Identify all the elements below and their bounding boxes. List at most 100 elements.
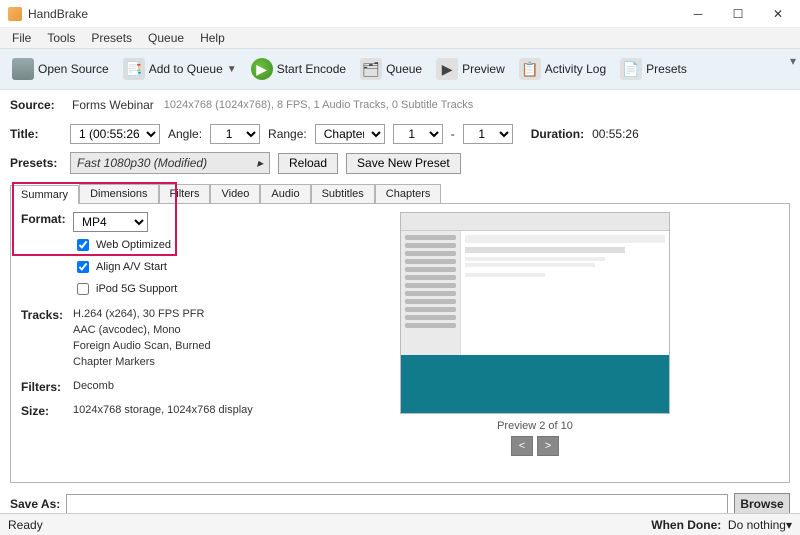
add-to-queue-button[interactable]: 📑 Add to Queue ▼ <box>117 56 243 82</box>
tab-video[interactable]: Video <box>210 184 260 203</box>
browse-button[interactable]: Browse <box>734 493 790 515</box>
preview-icon: ▶ <box>436 58 458 80</box>
presets-label: Presets <box>646 62 687 76</box>
range-label: Range: <box>268 127 307 141</box>
save-as-label: Save As: <box>10 497 60 511</box>
activity-log-button[interactable]: 📋 Activity Log <box>513 56 612 82</box>
angle-label: Angle: <box>168 127 202 141</box>
reload-preset-button[interactable]: Reload <box>278 153 338 174</box>
duration-value: 00:55:26 <box>592 127 639 141</box>
source-line: Source: Forms Webinar 1024x768 (1024x768… <box>0 90 800 120</box>
title-label: Title: <box>10 127 62 141</box>
presets-button[interactable]: 📄 Presets <box>614 56 693 82</box>
source-label: Source: <box>10 98 62 112</box>
menubar: File Tools Presets Queue Help <box>0 28 800 48</box>
status-ready: Ready <box>8 518 43 532</box>
chevron-down-icon: ▼ <box>227 64 237 75</box>
menu-queue[interactable]: Queue <box>140 29 192 47</box>
summary-panel: Format: MP4 Web Optimized Align A/V Star… <box>10 203 790 483</box>
save-as-input[interactable] <box>66 494 728 514</box>
window-titlebar: HandBrake ─ ☐ ✕ <box>0 0 800 28</box>
tab-chapters[interactable]: Chapters <box>375 184 442 203</box>
preview-button[interactable]: ▶ Preview <box>430 56 511 82</box>
chevron-right-icon: ▸ <box>257 156 263 170</box>
track-line: AAC (avcodec), Mono <box>73 324 271 336</box>
presets-row: Presets: Fast 1080p30 (Modified) ▸ Reloa… <box>0 148 800 178</box>
toolbar: Open Source 📑 Add to Queue ▼ ▶ Start Enc… <box>0 48 800 90</box>
queue-label: Queue <box>386 62 422 76</box>
ipod-5g-checkbox[interactable] <box>77 283 89 295</box>
preview-prev-button[interactable]: < <box>511 436 533 456</box>
title-select[interactable]: 1 (00:55:26) <box>70 124 160 144</box>
preview-browser-chrome <box>401 213 669 231</box>
format-select[interactable]: MP4 <box>73 212 148 232</box>
range-mode-select[interactable]: Chapters <box>315 124 385 144</box>
source-details: 1024x768 (1024x768), 8 FPS, 1 Audio Trac… <box>164 99 473 111</box>
tracks-label: Tracks: <box>21 308 73 372</box>
tab-dimensions[interactable]: Dimensions <box>79 184 158 203</box>
start-encode-button[interactable]: ▶ Start Encode <box>245 56 352 82</box>
app-icon <box>8 7 22 21</box>
window-close[interactable]: ✕ <box>758 3 798 25</box>
duration-label: Duration: <box>531 127 584 141</box>
tab-summary[interactable]: Summary <box>10 185 79 204</box>
ipod-5g-label: iPod 5G Support <box>96 283 177 295</box>
source-name: Forms Webinar <box>72 98 154 112</box>
menu-help[interactable]: Help <box>192 29 233 47</box>
size-value: 1024x768 storage, 1024x768 display <box>73 404 271 416</box>
queue-button[interactable]: 🗂 Queue <box>354 56 428 82</box>
preview-content <box>461 231 669 355</box>
play-icon: ▶ <box>251 58 273 80</box>
track-line: H.264 (x264), 30 FPS PFR <box>73 308 271 320</box>
add-to-queue-label: Add to Queue <box>149 62 223 76</box>
presets-icon: 📄 <box>620 58 642 80</box>
filters-label: Filters: <box>21 380 73 396</box>
tabs: Summary Dimensions Filters Video Audio S… <box>10 184 790 203</box>
start-encode-label: Start Encode <box>277 62 346 76</box>
preview-thumbnail <box>400 212 670 414</box>
tab-subtitles[interactable]: Subtitles <box>311 184 375 203</box>
ipod-5g-row[interactable]: iPod 5G Support <box>73 280 271 298</box>
log-icon: 📋 <box>519 58 541 80</box>
window-title: HandBrake <box>28 7 678 21</box>
tab-filters[interactable]: Filters <box>159 184 211 203</box>
menu-tools[interactable]: Tools <box>39 29 83 47</box>
preview-next-button[interactable]: > <box>537 436 559 456</box>
angle-select[interactable]: 1 <box>210 124 260 144</box>
when-done-label: When Done: <box>651 518 721 532</box>
save-new-preset-button[interactable]: Save New Preset <box>346 153 461 174</box>
window-maximize[interactable]: ☐ <box>718 3 758 25</box>
range-to-select[interactable]: 1 <box>463 124 513 144</box>
film-icon <box>12 58 34 80</box>
track-line: Chapter Markers <box>73 356 271 368</box>
preview-label: Preview <box>462 62 505 76</box>
when-done-value[interactable]: Do nothing <box>728 518 786 532</box>
preview-footer <box>401 355 669 413</box>
title-row: Title: 1 (00:55:26) Angle: 1 Range: Chap… <box>0 120 800 148</box>
range-from-select[interactable]: 1 <box>393 124 443 144</box>
preview-sidebar <box>401 231 461 355</box>
window-minimize[interactable]: ─ <box>678 3 718 25</box>
filters-value: Decomb <box>73 380 271 392</box>
web-optimized-checkbox[interactable] <box>77 239 89 251</box>
menu-presets[interactable]: Presets <box>83 29 140 47</box>
align-av-label: Align A/V Start <box>96 261 167 273</box>
preset-select[interactable]: Fast 1080p30 (Modified) ▸ <box>70 152 270 174</box>
track-line: Foreign Audio Scan, Burned <box>73 340 271 352</box>
tab-audio[interactable]: Audio <box>260 184 310 203</box>
toolbar-overflow[interactable]: ▾ <box>790 54 796 68</box>
range-dash: - <box>451 127 455 141</box>
presets-label: Presets: <box>10 156 62 170</box>
activity-log-label: Activity Log <box>545 62 606 76</box>
align-av-row[interactable]: Align A/V Start <box>73 258 271 276</box>
format-label: Format: <box>21 212 73 298</box>
web-optimized-row[interactable]: Web Optimized <box>73 236 271 254</box>
align-av-checkbox[interactable] <box>77 261 89 273</box>
open-source-label: Open Source <box>38 62 109 76</box>
web-optimized-label: Web Optimized <box>96 239 171 251</box>
menu-file[interactable]: File <box>4 29 39 47</box>
preset-current: Fast 1080p30 (Modified) <box>77 156 207 170</box>
chevron-down-icon: ▾ <box>786 518 792 532</box>
open-source-button[interactable]: Open Source <box>6 56 115 82</box>
queue-icon: 🗂 <box>360 58 382 80</box>
